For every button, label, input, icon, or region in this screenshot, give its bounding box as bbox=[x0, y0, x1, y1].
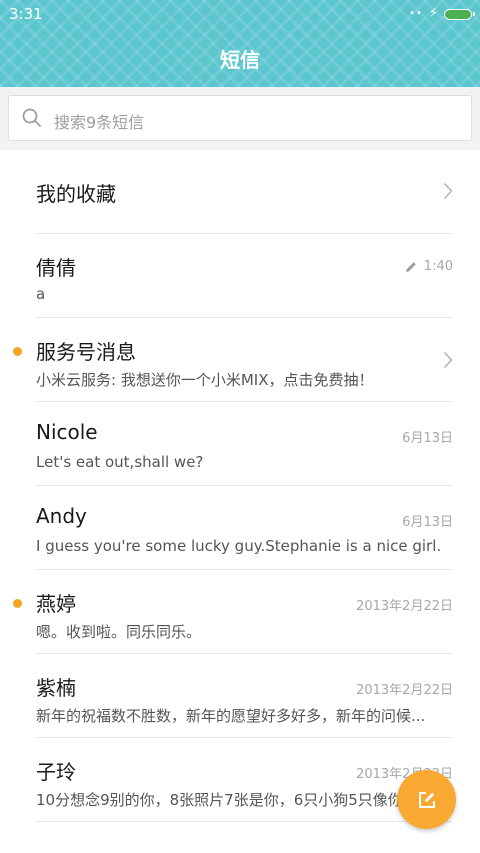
conversation-row[interactable]: Nicole 6月13日 Let's eat out,shall we? bbox=[0, 402, 480, 486]
message-time: 1:40 bbox=[423, 259, 453, 274]
unread-dot bbox=[13, 347, 22, 356]
contact-name: Nicole bbox=[36, 420, 98, 444]
compose-icon bbox=[418, 791, 435, 808]
conversation-row[interactable]: 燕婷 2013年2月22日 嗯。收到啦。同乐同乐。 bbox=[0, 570, 480, 654]
favorites-label: 我的收藏 bbox=[36, 182, 116, 206]
signal-dots-icon: •• bbox=[409, 8, 423, 19]
message-time: 2013年2月22日 bbox=[356, 599, 453, 614]
battery-icon bbox=[444, 8, 475, 20]
message-time: 6月13日 bbox=[402, 515, 453, 530]
status-bar: 3:31 •• ⚡ bbox=[0, 0, 480, 30]
app-header: 3:31 •• ⚡ 短信 bbox=[0, 0, 480, 87]
conversation-row[interactable]: 服务号消息 小米云服务: 我想送你一个小米MIX，点击免费抽！ bbox=[0, 318, 480, 402]
search-icon bbox=[22, 108, 41, 127]
pencil-icon bbox=[406, 262, 416, 272]
conversation-row[interactable]: 紫楠 2013年2月22日 新年的祝福数不胜数，新年的愿望好多好多，新年的问候.… bbox=[0, 654, 480, 738]
page-title: 短信 bbox=[220, 48, 260, 72]
message-preview: a bbox=[36, 285, 46, 303]
contact-name: 子玲 bbox=[36, 760, 76, 784]
status-icons: •• ⚡ bbox=[409, 6, 475, 21]
favorites-row[interactable]: 我的收藏 bbox=[0, 150, 480, 234]
contact-name: 倩倩 bbox=[36, 256, 76, 280]
message-preview: 新年的祝福数不胜数，新年的愿望好多好多，新年的问候... bbox=[36, 707, 426, 725]
conversation-list: 我的收藏 倩倩 1:40 a 服务号消息 小米云服务: 我想送你一个小米MIX，… bbox=[0, 150, 480, 822]
message-preview: 嗯。收到啦。同乐同乐。 bbox=[36, 623, 202, 641]
compose-button[interactable] bbox=[397, 770, 456, 829]
contact-name: 紫楠 bbox=[36, 676, 76, 700]
contact-name: Andy bbox=[36, 504, 87, 528]
charging-icon: ⚡ bbox=[428, 6, 438, 21]
message-preview: Let's eat out,shall we? bbox=[36, 453, 204, 471]
contact-name: 燕婷 bbox=[36, 592, 76, 616]
contact-name: 服务号消息 bbox=[36, 340, 136, 364]
message-time: 2013年2月22日 bbox=[356, 683, 453, 698]
chevron-right-icon bbox=[443, 182, 453, 200]
message-time: 6月13日 bbox=[402, 431, 453, 446]
message-preview: I guess you're some lucky guy.Stephanie … bbox=[36, 537, 442, 555]
status-time: 3:31 bbox=[9, 5, 43, 23]
message-preview: 10分想念9别的你，8张照片7张是你，6只小狗5只像你 bbox=[36, 791, 403, 809]
conversation-row[interactable]: Andy 6月13日 I guess you're some lucky guy… bbox=[0, 486, 480, 570]
unread-dot bbox=[13, 599, 22, 608]
search-placeholder: 搜索9条短信 bbox=[54, 113, 145, 132]
search-input[interactable]: 搜索9条短信 bbox=[8, 95, 472, 141]
chevron-right-icon bbox=[443, 351, 453, 369]
search-area: 搜索9条短信 bbox=[0, 87, 480, 150]
message-preview: 小米云服务: 我想送你一个小米MIX，点击免费抽！ bbox=[36, 371, 374, 389]
conversation-row[interactable]: 倩倩 1:40 a bbox=[0, 234, 480, 318]
